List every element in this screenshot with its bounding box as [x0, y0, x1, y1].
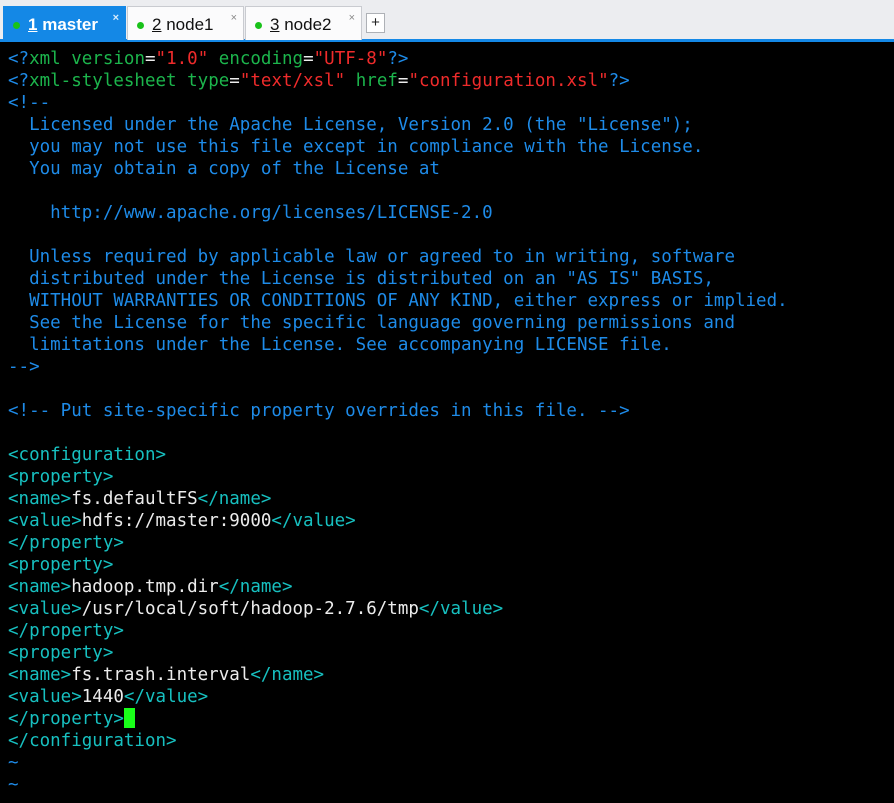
- property-close-line: </property>: [8, 708, 888, 730]
- configuration-open-tag: <configuration>: [8, 445, 167, 465]
- connected-dot-icon: [13, 22, 20, 29]
- license-line: [8, 224, 888, 246]
- tab-bar: 1 master × 2 node1 × 3 node2 × +: [0, 0, 894, 42]
- tab-master[interactable]: 1 master ×: [3, 6, 126, 40]
- property-name-value: fs.trash.interval: [71, 665, 251, 685]
- property-name-value: hadoop.tmp.dir: [71, 577, 219, 597]
- property-name-line: <name>hadoop.tmp.dir</name>: [8, 577, 293, 597]
- xml-declaration-line: <?xml version="1.0" encoding="UTF-8"?>: [8, 49, 409, 69]
- license-line: WITHOUT WARRANTIES OR CONDITIONS OF ANY …: [8, 291, 788, 311]
- comment-close-line: -->: [8, 357, 40, 377]
- license-line: Unless required by applicable law or agr…: [8, 247, 735, 267]
- tab-node2[interactable]: 3 node2 ×: [245, 6, 362, 40]
- license-line: limitations under the License. See accom…: [8, 335, 672, 355]
- property-value-line: <value>/usr/local/soft/hadoop-2.7.6/tmp<…: [8, 599, 504, 619]
- property-name-value: fs.defaultFS: [71, 489, 198, 509]
- license-line: distributed under the License is distrib…: [8, 269, 714, 289]
- connected-dot-icon: [137, 22, 144, 29]
- license-line: See the License for the specific languag…: [8, 313, 735, 333]
- property-value-line: <value>hdfs://master:9000</value>: [8, 511, 356, 531]
- tab-label: 1 master: [28, 15, 98, 34]
- property-value-line: <value>1440</value>: [8, 687, 209, 707]
- close-tab-icon[interactable]: ×: [231, 12, 237, 24]
- license-line: you may not use this file except in comp…: [8, 137, 704, 157]
- property-close-tag: </property>: [8, 533, 124, 553]
- text-cursor: [123, 708, 135, 728]
- property-value: /usr/local/soft/hadoop-2.7.6/tmp: [81, 599, 419, 619]
- license-url-line: http://www.apache.org/licenses/LICENSE-2…: [8, 203, 493, 223]
- close-tab-icon[interactable]: ×: [349, 12, 355, 24]
- new-tab-button[interactable]: +: [366, 13, 385, 33]
- terminal-buffer[interactable]: <?xml version="1.0" encoding="UTF-8"?> <…: [8, 48, 888, 796]
- empty-line-tilde: ~: [8, 775, 19, 795]
- site-comment-line: <!-- Put site-specific property override…: [8, 401, 630, 421]
- empty-line-tilde: ~: [8, 753, 19, 773]
- license-line: You may obtain a copy of the License at: [8, 159, 440, 179]
- tab-label: 3 node2: [270, 15, 332, 34]
- license-line: [8, 180, 888, 202]
- property-name-line: <name>fs.trash.interval</name>: [8, 665, 325, 685]
- tab-node1[interactable]: 2 node1 ×: [127, 6, 244, 40]
- close-tab-icon[interactable]: ×: [113, 12, 119, 24]
- xml-stylesheet-line: <?xml-stylesheet type="text/xsl" href="c…: [8, 71, 630, 91]
- property-close-tag: </property>: [8, 621, 124, 641]
- property-open-tag: <property>: [8, 643, 114, 663]
- tab-label: 2 node1: [152, 15, 214, 34]
- property-value: hdfs://master:9000: [81, 511, 272, 531]
- configuration-close-tag: </configuration>: [8, 731, 177, 751]
- property-open-tag: <property>: [8, 555, 114, 575]
- property-open-tag: <property>: [8, 467, 114, 487]
- property-name-line: <name>fs.defaultFS</name>: [8, 489, 272, 509]
- license-line: Licensed under the Apache License, Versi…: [8, 115, 693, 135]
- comment-open-line: <!--: [8, 93, 51, 113]
- connected-dot-icon: [255, 22, 262, 29]
- property-value: 1440: [81, 687, 124, 707]
